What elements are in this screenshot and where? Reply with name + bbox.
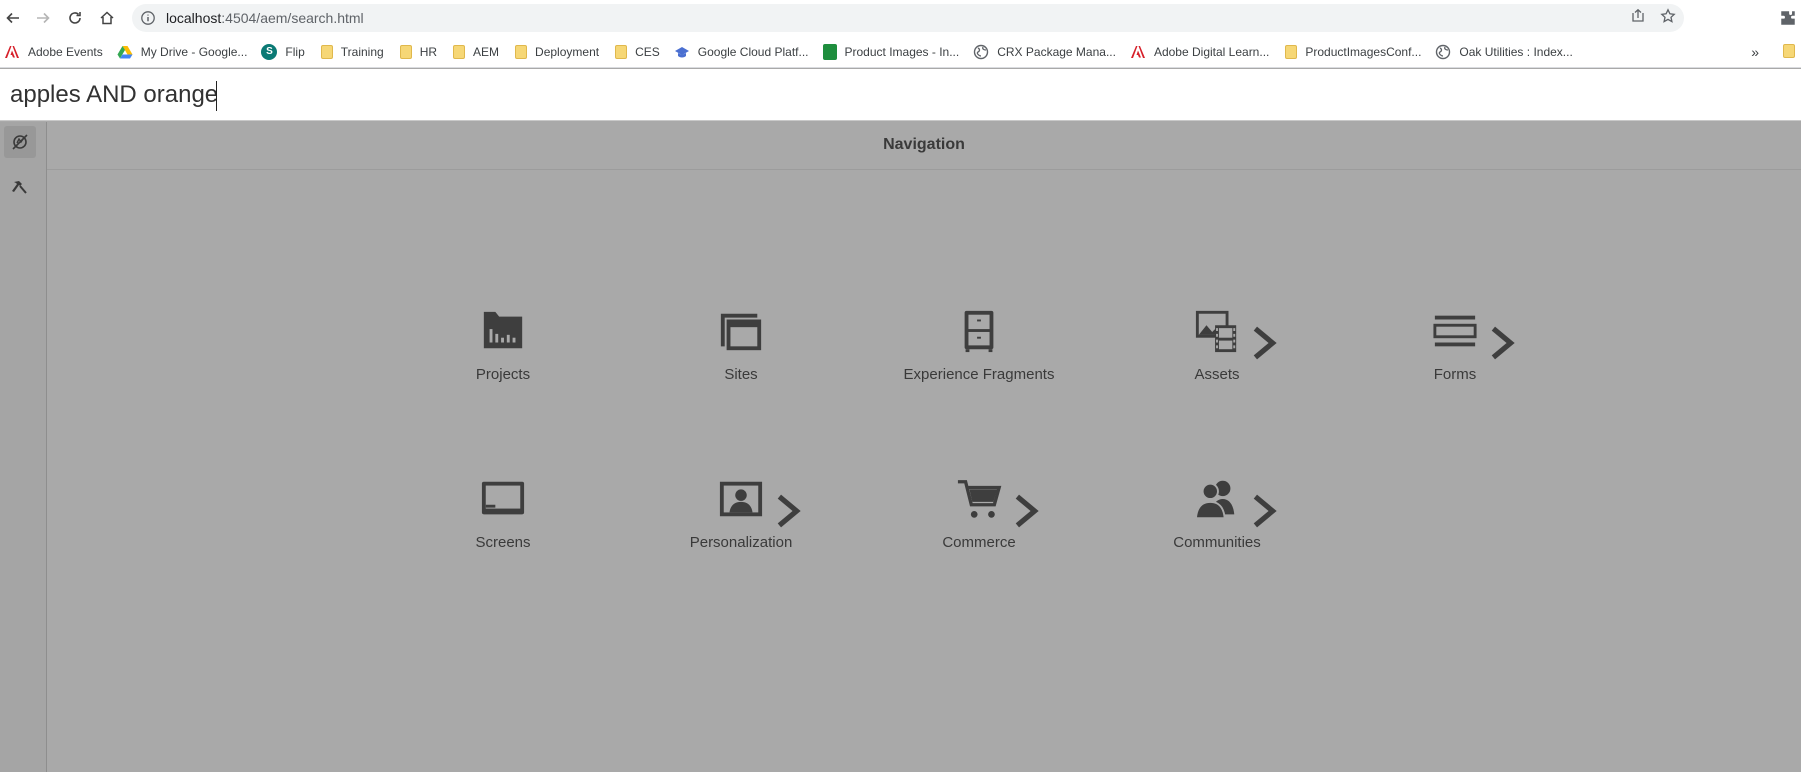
bookmark-label: Google Cloud Platf... [697, 44, 809, 59]
folder-icon[interactable] [1783, 44, 1795, 58]
bookmarks-bar: Adobe Events My Drive - Google... S Flip Tra… [0, 36, 1801, 68]
bookmark-label: Oak Utilities : Index... [1459, 44, 1573, 59]
screens-icon [403, 474, 603, 524]
search-input[interactable] [10, 77, 1710, 113]
nav-tile-sites[interactable]: Sites [641, 306, 841, 416]
navigation-header: Navigation [47, 122, 1801, 170]
bookmark-label: ProductImagesConf... [1305, 44, 1422, 59]
bookmark-item[interactable]: Adobe Events [4, 44, 103, 60]
bookmark-item[interactable]: Training [319, 44, 384, 59]
folder-icon [451, 44, 473, 59]
globe-icon [1435, 44, 1459, 60]
assets-icon [1117, 306, 1317, 360]
bookmark-label: Product Images - In... [844, 44, 960, 59]
bookmark-label: My Drive - Google... [140, 44, 248, 59]
bookmark-label: Flip [285, 44, 305, 59]
bookmark-label: CRX Package Mana... [997, 44, 1116, 59]
forward-icon[interactable] [30, 5, 56, 31]
bookmark-item[interactable]: Deployment [513, 44, 600, 59]
back-icon[interactable] [0, 5, 26, 31]
chevron-right-icon [765, 488, 801, 528]
share-icon[interactable] [1630, 8, 1646, 24]
address-bar[interactable]: localhost:4504/aem/search.html [132, 4, 1684, 32]
adobe-icon [1130, 44, 1154, 60]
personalization-icon [641, 474, 841, 528]
nav-tile-label: Screens [475, 534, 531, 551]
nav-tile-screens[interactable]: Screens [403, 474, 603, 584]
nav-tile-communities[interactable]: Communities [1117, 474, 1317, 584]
nav-tile-forms[interactable]: Forms [1355, 306, 1555, 416]
nav-tile-experience-fragments[interactable]: Experience Fragments [879, 306, 1079, 416]
bookmark-item[interactable]: AEM [451, 44, 500, 59]
nav-tile-label: Assets [1194, 366, 1240, 383]
left-rail [0, 122, 47, 772]
nav-tile-label: Projects [475, 366, 531, 383]
bookmark-item[interactable]: Oak Utilities : Index... [1435, 44, 1573, 60]
bookmark-label: AEM [473, 44, 500, 59]
browser-toolbar: localhost:4504/aem/search.html [0, 0, 1801, 36]
nav-tile-commerce[interactable]: Commerce [879, 474, 1079, 584]
projects-icon [403, 306, 603, 356]
folder-icon [398, 44, 420, 59]
bookmark-star-icon[interactable] [1660, 8, 1676, 24]
bookmark-item[interactable]: My Drive - Google... [117, 44, 248, 60]
nav-tile-projects[interactable]: Projects [403, 306, 603, 416]
bookmark-label: Adobe Digital Learn... [1153, 44, 1270, 59]
sharepoint-icon: S [261, 43, 285, 60]
bookmark-label: Deployment [535, 44, 600, 59]
folder-icon [1283, 44, 1305, 59]
bookmark-item[interactable]: Product Images - In... [822, 43, 960, 60]
sites-icon [641, 306, 841, 356]
chevron-right-icon [1003, 488, 1039, 528]
bookmark-label: HR [419, 44, 438, 59]
cap-icon [674, 44, 698, 60]
nav-tile-label: Personalization [689, 534, 793, 551]
bookmark-item[interactable]: HR [398, 44, 438, 59]
navigation-toggle-icon[interactable] [4, 126, 36, 158]
bookmark-item[interactable]: CRX Package Mana... [973, 44, 1116, 60]
bookmark-label: Training [340, 44, 384, 59]
globe-icon [973, 44, 997, 60]
nav-tile-label: Experience Fragments [903, 366, 1055, 383]
folder-icon [319, 44, 341, 59]
chevron-right-icon [1241, 320, 1277, 360]
tools-hammer-icon[interactable] [4, 172, 36, 204]
forms-icon [1355, 306, 1555, 360]
nav-tile-personalization[interactable]: Personalization [641, 474, 841, 584]
bookmark-item[interactable]: Adobe Digital Learn... [1130, 44, 1269, 60]
communities-icon [1117, 474, 1317, 528]
nav-tile-assets[interactable]: Assets [1117, 306, 1317, 416]
reload-icon[interactable] [62, 5, 88, 31]
home-icon[interactable] [94, 5, 120, 31]
bookmark-label: CES [635, 44, 660, 59]
text-caret [216, 81, 217, 111]
bookmark-item[interactable]: S Flip [261, 43, 305, 60]
bookmarks-overflow-button[interactable]: » [1751, 44, 1759, 60]
extensions-icon[interactable] [1779, 9, 1797, 27]
bookmark-item[interactable]: CES [613, 44, 660, 59]
commerce-icon [879, 474, 1079, 528]
nav-tile-label: Sites [724, 366, 758, 383]
bookmark-item[interactable]: ProductImagesConf... [1283, 44, 1422, 59]
folder-icon [513, 44, 535, 59]
chevron-right-icon [1241, 488, 1277, 528]
adobe-icon [4, 44, 28, 60]
experience-fragments-icon [879, 306, 1079, 356]
chevron-right-icon [1479, 320, 1515, 360]
nav-tile-label: Commerce [942, 534, 1016, 551]
navigation-title: Navigation [883, 136, 965, 153]
nav-tile-label: Forms [1433, 366, 1477, 383]
sheets-icon [822, 43, 845, 60]
bookmark-item[interactable]: Google Cloud Platf... [674, 44, 809, 60]
bookmark-label: Adobe Events [28, 44, 103, 59]
nav-tile-label: Communities [1173, 534, 1261, 551]
omnisearch-bar [0, 69, 1801, 121]
folder-icon [613, 44, 635, 59]
site-info-icon[interactable] [140, 10, 156, 26]
url-text: localhost:4504/aem/search.html [166, 10, 364, 26]
google-drive-icon [117, 44, 141, 60]
